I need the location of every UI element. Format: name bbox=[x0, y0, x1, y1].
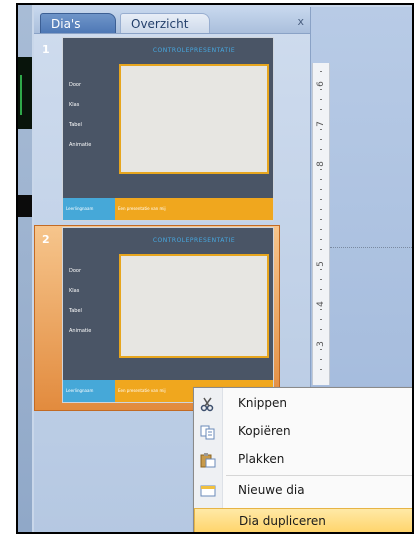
menu-item-paste[interactable]: Plakken bbox=[194, 447, 412, 473]
close-icon[interactable]: x bbox=[297, 15, 304, 28]
slide-row: Animatie bbox=[69, 328, 92, 334]
slide-title: CONTROLEPRESENTATIE bbox=[152, 47, 236, 54]
new-slide-icon bbox=[200, 483, 216, 499]
menu-item-label: Dia dupliceren bbox=[239, 514, 326, 528]
slide-footer-left: Leerlingnaam bbox=[63, 198, 115, 220]
menu-item-cut[interactable]: Knippen bbox=[194, 391, 412, 417]
slide-footer-right: Een presentatie van mij bbox=[115, 198, 273, 220]
app-window: Dia's Overzicht x 1 CONTROLEPRESENTATIE … bbox=[16, 3, 414, 534]
menu-item-new-slide[interactable]: Nieuwe dia bbox=[194, 478, 412, 504]
slide-image-placeholder bbox=[119, 254, 269, 358]
tab-slides[interactable]: Dia's bbox=[40, 13, 116, 33]
menu-item-label: Knippen bbox=[238, 396, 288, 410]
vertical-ruler: 6 7 8 5 4 3 bbox=[312, 63, 330, 385]
slide-thumbnail-2[interactable]: CONTROLEPRESENTATIE Door Klas Tabel Anim… bbox=[62, 227, 274, 403]
slide-footer-left: Leerlingnaam bbox=[63, 380, 115, 402]
slide-number: 2 bbox=[42, 233, 50, 246]
slide-row: Animatie bbox=[69, 142, 92, 148]
slide-row: Tabel bbox=[69, 308, 82, 314]
menu-item-label: Nieuwe dia bbox=[238, 483, 305, 497]
slide-row: Tabel bbox=[69, 122, 82, 128]
scissors-icon bbox=[200, 396, 216, 412]
menu-item-label: Kopiëren bbox=[238, 424, 291, 438]
slide-number: 1 bbox=[42, 43, 50, 56]
menu-item-label: Plakken bbox=[238, 452, 285, 466]
slide-row: Klas bbox=[69, 102, 80, 108]
left-edge-strip bbox=[18, 5, 32, 532]
slide-row: Door bbox=[69, 268, 82, 274]
slide-title: CONTROLEPRESENTATIE bbox=[152, 237, 236, 244]
pane-tabs: Dia's Overzicht x bbox=[34, 7, 310, 34]
context-menu: Knippen Kopiëren Plakken Nieuwe dia Dia … bbox=[193, 387, 412, 532]
guide-line bbox=[330, 247, 412, 248]
slide-thumbnail-1[interactable]: CONTROLEPRESENTATIE Door Klas Tabel Anim… bbox=[62, 37, 274, 221]
slide-image-placeholder bbox=[119, 64, 269, 174]
tab-outline[interactable]: Overzicht bbox=[120, 13, 210, 33]
paste-icon bbox=[200, 452, 216, 468]
slide-row: Door bbox=[69, 82, 82, 88]
copy-icon bbox=[200, 424, 216, 440]
menu-item-duplicate-slide[interactable]: Dia dupliceren bbox=[194, 508, 412, 532]
slide-footer: Leerlingnaam Een presentatie van mij bbox=[63, 198, 273, 220]
slide-row: Klas bbox=[69, 288, 80, 294]
menu-item-copy[interactable]: Kopiëren bbox=[194, 419, 412, 445]
